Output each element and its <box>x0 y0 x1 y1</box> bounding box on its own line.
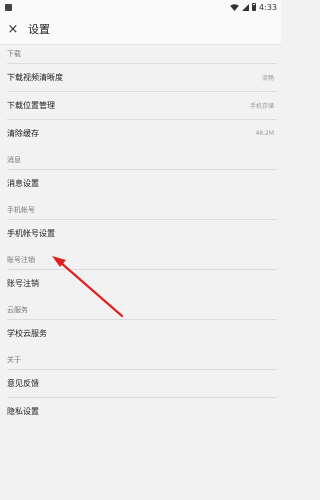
message-settings-row[interactable]: 消息设置 <box>7 169 277 197</box>
row-label: 下载位置管理 <box>7 101 55 110</box>
status-time: 4:33 <box>259 2 277 12</box>
section-header-account-cancel: 账号注销 <box>7 256 35 264</box>
row-label: 清除缓存 <box>7 129 39 138</box>
row-label: 账号注销 <box>7 279 39 288</box>
clear-cache-row[interactable]: 清除缓存 48.2M <box>7 119 277 147</box>
row-value: 手机存储 <box>249 103 274 110</box>
row-label: 手机帐号设置 <box>7 229 55 238</box>
feedback-row[interactable]: 意见反馈 <box>7 369 277 397</box>
section-header-cloud: 云服务 <box>7 306 28 314</box>
row-label: 隐私设置 <box>7 407 39 416</box>
row-label: 意见反馈 <box>7 379 39 388</box>
battery-icon <box>252 3 257 11</box>
section-header-phone-account: 手机帐号 <box>7 206 35 214</box>
row-value: 48.2M <box>255 130 274 137</box>
row-label: 消息设置 <box>7 179 39 188</box>
download-location-row[interactable]: 下载位置管理 手机存储 <box>7 91 277 119</box>
wifi-icon <box>230 3 239 11</box>
row-label: 学校云服务 <box>7 329 47 338</box>
account-cancel-row[interactable]: 账号注销 <box>7 269 277 297</box>
close-icon[interactable]: × <box>4 20 22 38</box>
row-label: 下载视频清晰度 <box>7 73 63 82</box>
section-header-message: 消息 <box>7 156 21 164</box>
row-value: 流畅 <box>261 75 274 82</box>
section-header-about: 关于 <box>7 356 21 364</box>
phone-account-settings-row[interactable]: 手机帐号设置 <box>7 219 277 247</box>
toolbar: × 设置 <box>0 14 281 45</box>
section-header-download: 下载 <box>7 50 21 58</box>
download-quality-row[interactable]: 下载视频清晰度 流畅 <box>7 63 277 91</box>
status-bar: 4:33 <box>0 0 281 14</box>
privacy-settings-row[interactable]: 隐私设置 <box>7 397 277 425</box>
page-title: 设置 <box>28 23 50 36</box>
notification-icon <box>5 3 12 11</box>
signal-icon <box>242 3 250 11</box>
settings-list: 下载 下载视频清晰度 流畅 下载位置管理 手机存储 清除缓存 48.2M 消息 … <box>0 45 281 425</box>
school-cloud-row[interactable]: 学校云服务 <box>7 319 277 347</box>
